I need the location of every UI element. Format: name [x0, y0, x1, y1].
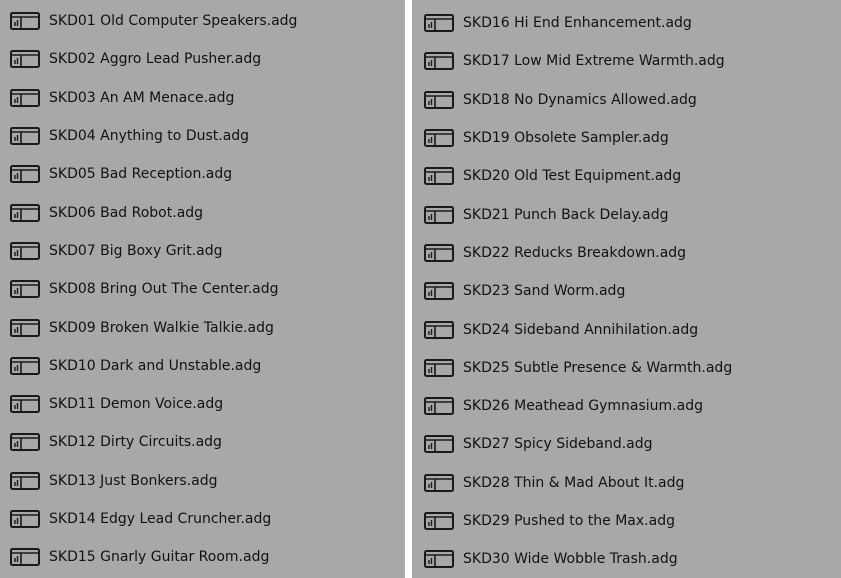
rack-preset-icon [424, 14, 454, 33]
browser-panel-right: SKD16 Hi End Enhancement.adg SKD17 Low Mi… [412, 0, 841, 578]
preset-file-name: SKD21 Punch Back Delay.adg [463, 206, 669, 223]
list-item[interactable]: SKD17 Low Mid Extreme Warmth.adg [412, 42, 841, 80]
rack-preset-icon [10, 548, 40, 567]
list-item[interactable]: SKD20 Old Test Equipment.adg [412, 157, 841, 195]
rack-preset-icon [10, 50, 40, 69]
preset-file-name: SKD16 Hi End Enhancement.adg [463, 15, 692, 32]
preset-file-name: SKD05 Bad Reception.adg [49, 166, 233, 183]
list-item[interactable]: SKD14 Edgy Lead Cruncher.adg [0, 500, 405, 538]
rack-preset-icon [10, 433, 40, 452]
preset-file-name: SKD24 Sideband Annihilation.adg [463, 321, 699, 338]
preset-file-name: SKD29 Pushed to the Max.adg [463, 513, 675, 529]
rack-preset-icon [424, 550, 454, 569]
rack-preset-icon [10, 12, 40, 31]
rack-preset-icon [424, 243, 454, 262]
rack-preset-icon [424, 397, 454, 416]
preset-file-name: SKD08 Bring Out The Center.adg [49, 281, 279, 298]
preset-file-name: SKD12 Dirty Circuits.adg [49, 434, 222, 451]
preset-file-name: SKD27 Spicy Sideband.adg [463, 436, 653, 453]
rack-preset-icon [424, 52, 454, 71]
list-item[interactable]: SKD21 Punch Back Delay.adg [412, 195, 841, 233]
rack-preset-icon [424, 473, 454, 492]
preset-file-name: SKD13 Just Bonkers.adg [49, 472, 218, 489]
rack-preset-icon [10, 471, 40, 490]
list-item[interactable]: SKD12 Dirty Circuits.adg [0, 423, 405, 461]
list-item[interactable]: SKD13 Just Bonkers.adg [0, 462, 405, 500]
preset-list-left: SKD01 Old Computer Speakers.adg SKD02 Agg… [0, 0, 405, 576]
preset-file-name: SKD04 Anything to Dust.adg [49, 128, 250, 145]
preset-file-name: SKD10 Dark and Unstable.adg [49, 357, 262, 374]
list-item[interactable]: SKD19 Obsolete Sampler.adg [412, 119, 841, 157]
rack-preset-icon [10, 203, 40, 222]
preset-file-name: SKD09 Broken Walkie Talkie.adg [49, 319, 274, 336]
preset-file-name: SKD30 Wide Wobble Trash.adg [463, 551, 678, 568]
list-item[interactable]: SKD09 Broken Walkie Talkie.adg [0, 308, 405, 346]
preset-file-name: SKD14 Edgy Lead Cruncher.adg [49, 511, 272, 527]
preset-file-name: SKD20 Old Test Equipment.adg [463, 168, 682, 185]
list-item[interactable]: SKD07 Big Boxy Grit.adg [0, 232, 405, 270]
preset-list-right: SKD16 Hi End Enhancement.adg SKD17 Low Mi… [412, 0, 841, 578]
list-item[interactable]: SKD02 Aggro Lead Pusher.adg [0, 40, 405, 78]
list-item[interactable]: SKD18 No Dynamics Allowed.adg [412, 81, 841, 119]
rack-preset-icon [424, 435, 454, 454]
list-item[interactable]: SKD16 Hi End Enhancement.adg [412, 4, 841, 42]
rack-preset-icon [10, 318, 40, 337]
preset-file-name: SKD22 Reducks Breakdown.adg [463, 244, 687, 261]
rack-preset-icon [10, 395, 40, 414]
rack-preset-icon [10, 280, 40, 299]
rack-preset-icon [10, 241, 40, 260]
rack-preset-icon [424, 512, 454, 530]
rack-preset-icon [424, 320, 454, 339]
rack-preset-icon [424, 90, 454, 109]
preset-file-name: SKD02 Aggro Lead Pusher.adg [49, 51, 262, 68]
rack-preset-icon [10, 88, 40, 107]
rack-preset-icon [424, 358, 454, 377]
browser-panel-left: SKD01 Old Computer Speakers.adg SKD02 Agg… [0, 0, 405, 578]
rack-preset-icon [424, 129, 454, 148]
preset-file-name: SKD06 Bad Robot.adg [49, 204, 204, 221]
preset-file-name: SKD25 Subtle Presence & Warmth.adg [463, 359, 733, 376]
preset-file-name: SKD26 Meathead Gymnasium.adg [463, 398, 703, 415]
list-item[interactable]: SKD01 Old Computer Speakers.adg [0, 2, 405, 40]
preset-file-name: SKD03 An AM Menace.adg [49, 89, 235, 106]
preset-file-name: SKD15 Gnarly Guitar Room.adg [49, 549, 270, 566]
preset-file-name: SKD23 Sand Worm.adg [463, 283, 626, 300]
preset-file-name: SKD19 Obsolete Sampler.adg [463, 130, 669, 147]
list-item[interactable]: SKD28 Thin & Mad About It.adg [412, 464, 841, 502]
rack-preset-icon [424, 205, 454, 224]
preset-file-name: SKD18 No Dynamics Allowed.adg [463, 91, 697, 108]
list-item[interactable]: SKD29 Pushed to the Max.adg [412, 502, 841, 540]
list-item[interactable]: SKD04 Anything to Dust.adg [0, 117, 405, 155]
list-item[interactable]: SKD10 Dark and Unstable.adg [0, 347, 405, 385]
list-item[interactable]: SKD23 Sand Worm.adg [412, 272, 841, 310]
rack-preset-icon [10, 356, 40, 375]
rack-preset-icon [424, 282, 454, 301]
rack-preset-icon [10, 127, 40, 146]
list-item[interactable]: SKD15 Gnarly Guitar Room.adg [0, 538, 405, 576]
list-item[interactable]: SKD26 Meathead Gymnasium.adg [412, 387, 841, 425]
list-item[interactable]: SKD11 Demon Voice.adg [0, 385, 405, 423]
rack-preset-icon [10, 510, 40, 528]
preset-file-name: SKD28 Thin & Mad About It.adg [463, 474, 685, 491]
rack-preset-icon [10, 165, 40, 184]
list-item[interactable]: SKD24 Sideband Annihilation.adg [412, 310, 841, 348]
list-item[interactable]: SKD08 Bring Out The Center.adg [0, 270, 405, 308]
list-item[interactable]: SKD27 Spicy Sideband.adg [412, 425, 841, 463]
preset-file-name: SKD17 Low Mid Extreme Warmth.adg [463, 53, 725, 70]
rack-preset-icon [424, 167, 454, 186]
list-item[interactable]: SKD22 Reducks Breakdown.adg [412, 234, 841, 272]
list-item[interactable]: SKD03 An AM Menace.adg [0, 79, 405, 117]
list-item[interactable]: SKD06 Bad Robot.adg [0, 193, 405, 231]
list-item[interactable]: SKD05 Bad Reception.adg [0, 155, 405, 193]
list-item[interactable]: SKD30 Wide Wobble Trash.adg [412, 540, 841, 578]
preset-file-name: SKD01 Old Computer Speakers.adg [49, 13, 298, 30]
preset-file-name: SKD07 Big Boxy Grit.adg [49, 242, 223, 259]
list-item[interactable]: SKD25 Subtle Presence & Warmth.adg [412, 349, 841, 387]
preset-file-name: SKD11 Demon Voice.adg [49, 396, 224, 413]
